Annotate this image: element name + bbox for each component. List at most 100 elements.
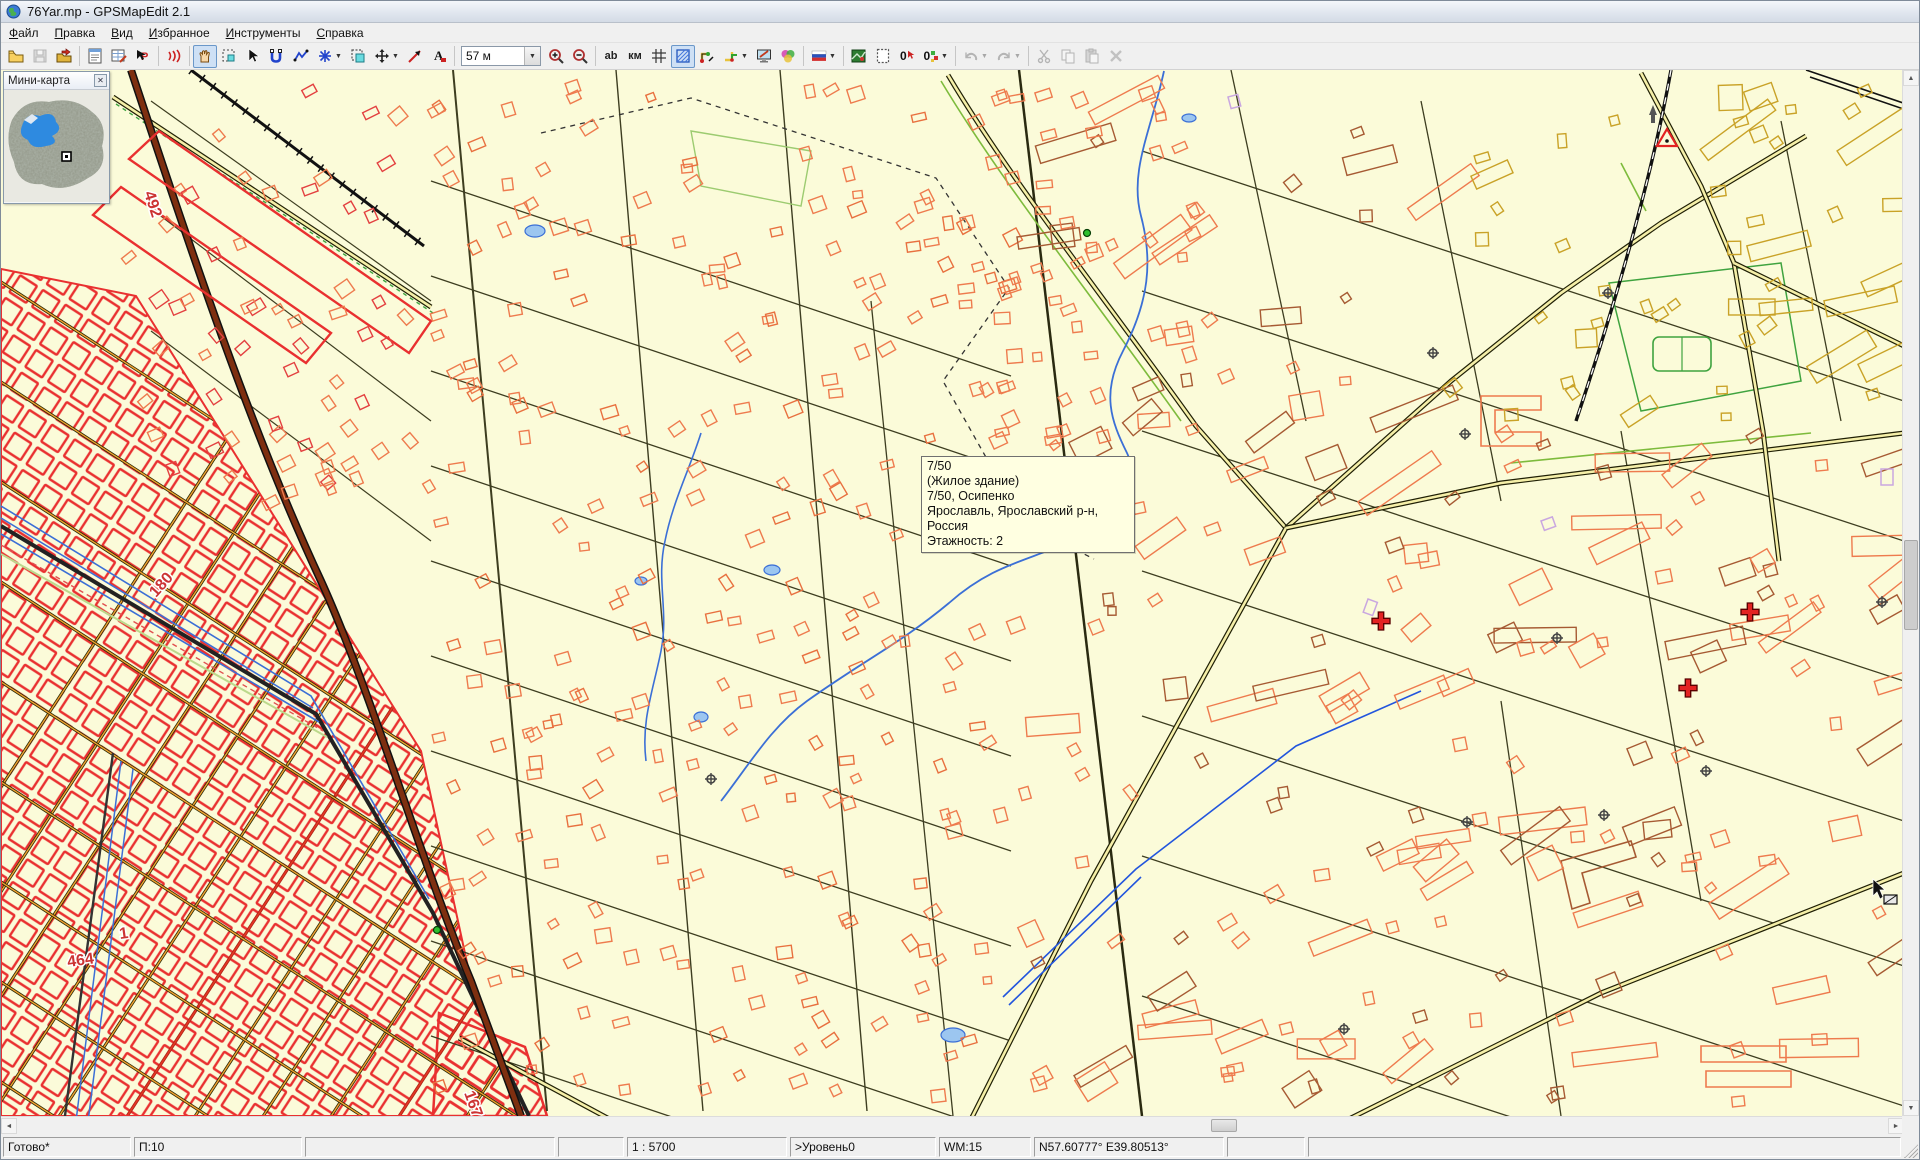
edit-nodes-tool-button[interactable] bbox=[265, 45, 289, 68]
tooltip-line: (Жилое здание) bbox=[927, 474, 1128, 489]
pan-tool-icon bbox=[197, 48, 213, 64]
toolbar-separator bbox=[595, 46, 596, 66]
svg-text:0: 0 bbox=[924, 49, 931, 63]
redo-icon bbox=[996, 48, 1012, 64]
minimap-panel: Мини-карта ✕ bbox=[3, 71, 110, 204]
crop-tool-button[interactable] bbox=[346, 45, 370, 68]
delete-icon bbox=[1108, 48, 1124, 64]
view-mode-button[interactable]: 0▼ bbox=[919, 45, 952, 68]
palette-button[interactable] bbox=[776, 45, 800, 68]
map-properties-icon bbox=[87, 48, 103, 64]
open-file-icon bbox=[8, 48, 24, 64]
status-cell-2 bbox=[305, 1137, 555, 1157]
minimap-close-button[interactable]: ✕ bbox=[94, 74, 107, 87]
address-search-button[interactable]: P bbox=[131, 45, 155, 68]
redo-button: ▼ bbox=[992, 45, 1025, 68]
search-objects-button[interactable]: 0 bbox=[895, 45, 919, 68]
address-search-icon: P bbox=[135, 48, 151, 64]
resize-grip[interactable] bbox=[1904, 1144, 1918, 1158]
minimap-thumbnail[interactable] bbox=[4, 90, 109, 202]
attach-nodes-tool-button[interactable] bbox=[403, 45, 427, 68]
tooltip-line: 7/50, Осипенко bbox=[927, 489, 1128, 504]
create-object-tool-button[interactable]: ▼ bbox=[313, 45, 346, 68]
show-hatch-button[interactable] bbox=[671, 45, 695, 68]
zoom-out-button[interactable] bbox=[568, 45, 592, 68]
close-map-button[interactable] bbox=[52, 45, 76, 68]
language-flag-icon bbox=[811, 50, 827, 62]
menu-item-3[interactable]: Избранное bbox=[141, 24, 218, 42]
paste-button bbox=[1080, 45, 1104, 68]
show-grid-button[interactable] bbox=[647, 45, 671, 68]
map-tooltip: 7/50 (Жилое здание) 7/50, Осипенко Яросл… bbox=[921, 456, 1135, 553]
draw-polyline-tool-button[interactable] bbox=[289, 45, 313, 68]
status-cell-1: П:10 bbox=[134, 1137, 302, 1157]
menu-item-2[interactable]: Вид bbox=[103, 24, 141, 42]
menu-bar: ФайлПравкаВидИзбранноеИнструментыСправка bbox=[1, 24, 1920, 43]
horizontal-scrollbar[interactable]: ◄ ► bbox=[1, 1116, 1904, 1134]
vertical-scroll-thumb[interactable] bbox=[1904, 540, 1918, 630]
horizontal-scroll-thumb[interactable] bbox=[1211, 1119, 1237, 1132]
show-hatch-icon bbox=[675, 48, 691, 64]
show-labels-button[interactable]: ab bbox=[599, 45, 623, 68]
language-flag-button[interactable]: ▼ bbox=[807, 45, 840, 68]
zoom-in-button[interactable] bbox=[544, 45, 568, 68]
dropdown-arrow-icon[interactable]: ▼ bbox=[741, 53, 748, 60]
copy-button bbox=[1056, 45, 1080, 68]
screen-preview-button[interactable] bbox=[752, 45, 776, 68]
copy-icon bbox=[1060, 48, 1076, 64]
edit-nodes-tool-icon bbox=[269, 48, 285, 64]
add-label-tool-button[interactable]: A bbox=[427, 45, 451, 68]
vertical-scrollbar[interactable]: ▲ ▼ bbox=[1902, 70, 1919, 1116]
zoom-in-icon bbox=[548, 48, 564, 64]
move-tool-button[interactable]: ▼ bbox=[370, 45, 403, 68]
title-bar[interactable]: 76Yar.mp - GPSMapEdit 2.1 bbox=[1, 1, 1920, 23]
dropdown-arrow-icon[interactable]: ▼ bbox=[941, 53, 948, 60]
routing-button[interactable] bbox=[162, 45, 186, 68]
scroll-up-button[interactable]: ▲ bbox=[1903, 70, 1919, 86]
view-mode-icon: 0 bbox=[923, 48, 939, 64]
toolbar-separator bbox=[158, 46, 159, 66]
select-objects-tool-button[interactable] bbox=[241, 45, 265, 68]
status-cell-5: >Уровень0 bbox=[790, 1137, 936, 1157]
status-bar: Готово*П:101 : 5700>Уровень0WM:15N57.607… bbox=[1, 1134, 1920, 1160]
paste-icon bbox=[1084, 48, 1100, 64]
zoom-scale-combobox[interactable]: 57 м▼ bbox=[461, 46, 541, 66]
menu-item-5[interactable]: Справка bbox=[308, 24, 371, 42]
toolbar-separator bbox=[189, 46, 190, 66]
dropdown-arrow-icon[interactable]: ▼ bbox=[392, 53, 399, 60]
menu-item-0[interactable]: Файл bbox=[1, 24, 47, 42]
open-file-button[interactable] bbox=[4, 45, 28, 68]
menu-item-4[interactable]: Инструменты bbox=[218, 24, 309, 42]
menu-item-1[interactable]: Правка bbox=[47, 24, 104, 42]
dropdown-arrow-icon[interactable]: ▼ bbox=[1014, 53, 1021, 60]
select-area-tool-button[interactable] bbox=[217, 45, 241, 68]
scroll-down-button[interactable]: ▼ bbox=[1903, 1100, 1919, 1116]
edit-objects-table-button[interactable] bbox=[107, 45, 131, 68]
status-cell-7: N57.60777° E39.80513° bbox=[1034, 1137, 1224, 1157]
zoom-scale-dropdown-button[interactable]: ▼ bbox=[524, 47, 540, 65]
select-view-icon bbox=[875, 48, 891, 64]
map-canvas[interactable]: 4921804641167 Мини-карта ✕ bbox=[1, 70, 1904, 1116]
dropdown-arrow-icon[interactable]: ▼ bbox=[335, 53, 342, 60]
pan-tool-button[interactable] bbox=[193, 45, 217, 68]
map-properties-button[interactable] bbox=[83, 45, 107, 68]
junctions-button[interactable] bbox=[695, 45, 719, 68]
status-cell-3 bbox=[558, 1137, 624, 1157]
routing-icon bbox=[166, 48, 182, 64]
minimap-titlebar[interactable]: Мини-карта ✕ bbox=[4, 72, 109, 90]
attach-nodes-tool-icon bbox=[407, 48, 423, 64]
zoom-scale-value: 57 м bbox=[462, 49, 524, 63]
node-snap-button[interactable]: ▼ bbox=[719, 45, 752, 68]
dropdown-arrow-icon[interactable]: ▼ bbox=[981, 53, 988, 60]
crop-tool-icon bbox=[350, 48, 366, 64]
show-scale-button[interactable]: км bbox=[623, 45, 647, 68]
toolbar-separator bbox=[955, 46, 956, 66]
status-cell-0: Готово* bbox=[3, 1137, 131, 1157]
select-view-button[interactable] bbox=[871, 45, 895, 68]
map-source-button[interactable] bbox=[847, 45, 871, 68]
status-cell-8 bbox=[1227, 1137, 1305, 1157]
scroll-left-button[interactable]: ◄ bbox=[1, 1118, 17, 1134]
toolbar: P▼▼A57 м▼abкм▼▼00▼▼▼ bbox=[1, 43, 1920, 70]
dropdown-arrow-icon[interactable]: ▼ bbox=[829, 53, 836, 60]
undo-icon bbox=[963, 48, 979, 64]
